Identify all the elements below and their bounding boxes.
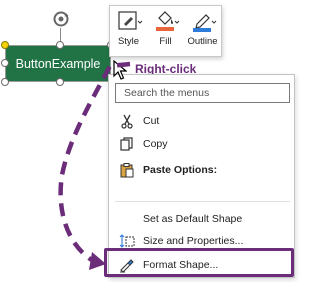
outline-icon	[192, 14, 216, 32]
fill-button[interactable]: Fill	[148, 9, 184, 56]
adjust-handle[interactable]	[1, 41, 9, 49]
resize-handle-left[interactable]	[1, 59, 9, 67]
copy-label: Copy	[143, 138, 168, 150]
cut-label: Cut	[143, 115, 160, 127]
fill-label: Fill	[159, 36, 172, 47]
copy-icon	[120, 137, 133, 151]
style-label: Style	[117, 36, 140, 47]
style-button[interactable]: Style	[111, 9, 147, 56]
mini-toolbar: Style Fill Outline	[109, 5, 222, 57]
shape-label: ButtonExample	[15, 56, 101, 71]
menu-item-paste-options: Paste Options:	[109, 160, 294, 180]
outline-label: Outline	[187, 36, 218, 47]
resize-handle-bottom[interactable]	[56, 78, 64, 86]
resize-handle-top[interactable]	[56, 41, 64, 49]
resize-handle-bottom-left[interactable]	[1, 78, 9, 86]
search-menus-input[interactable]: Search the menus	[115, 83, 290, 103]
menu-separator	[115, 201, 290, 202]
rotate-handle-icon[interactable]	[52, 10, 70, 28]
fill-icon	[155, 11, 179, 31]
style-icon	[117, 11, 142, 30]
set-default-shape-label: Set as Default Shape	[143, 213, 243, 225]
scissors-icon	[121, 114, 133, 129]
size-properties-label: Size and Properties...	[143, 235, 244, 247]
button-example-shape[interactable]: ButtonExample	[5, 45, 111, 82]
size-properties-icon	[119, 234, 135, 248]
clipboard-icon	[120, 163, 134, 178]
menu-item-cut[interactable]: Cut	[109, 111, 294, 131]
outline-button[interactable]: Outline	[185, 9, 221, 56]
mouse-cursor-icon	[113, 60, 127, 80]
menu-item-set-default-shape[interactable]: Set as Default Shape	[109, 209, 294, 229]
format-shape-highlight	[104, 248, 294, 277]
paste-options-label: Paste Options:	[143, 164, 218, 176]
menu-item-copy[interactable]: Copy	[109, 134, 294, 154]
